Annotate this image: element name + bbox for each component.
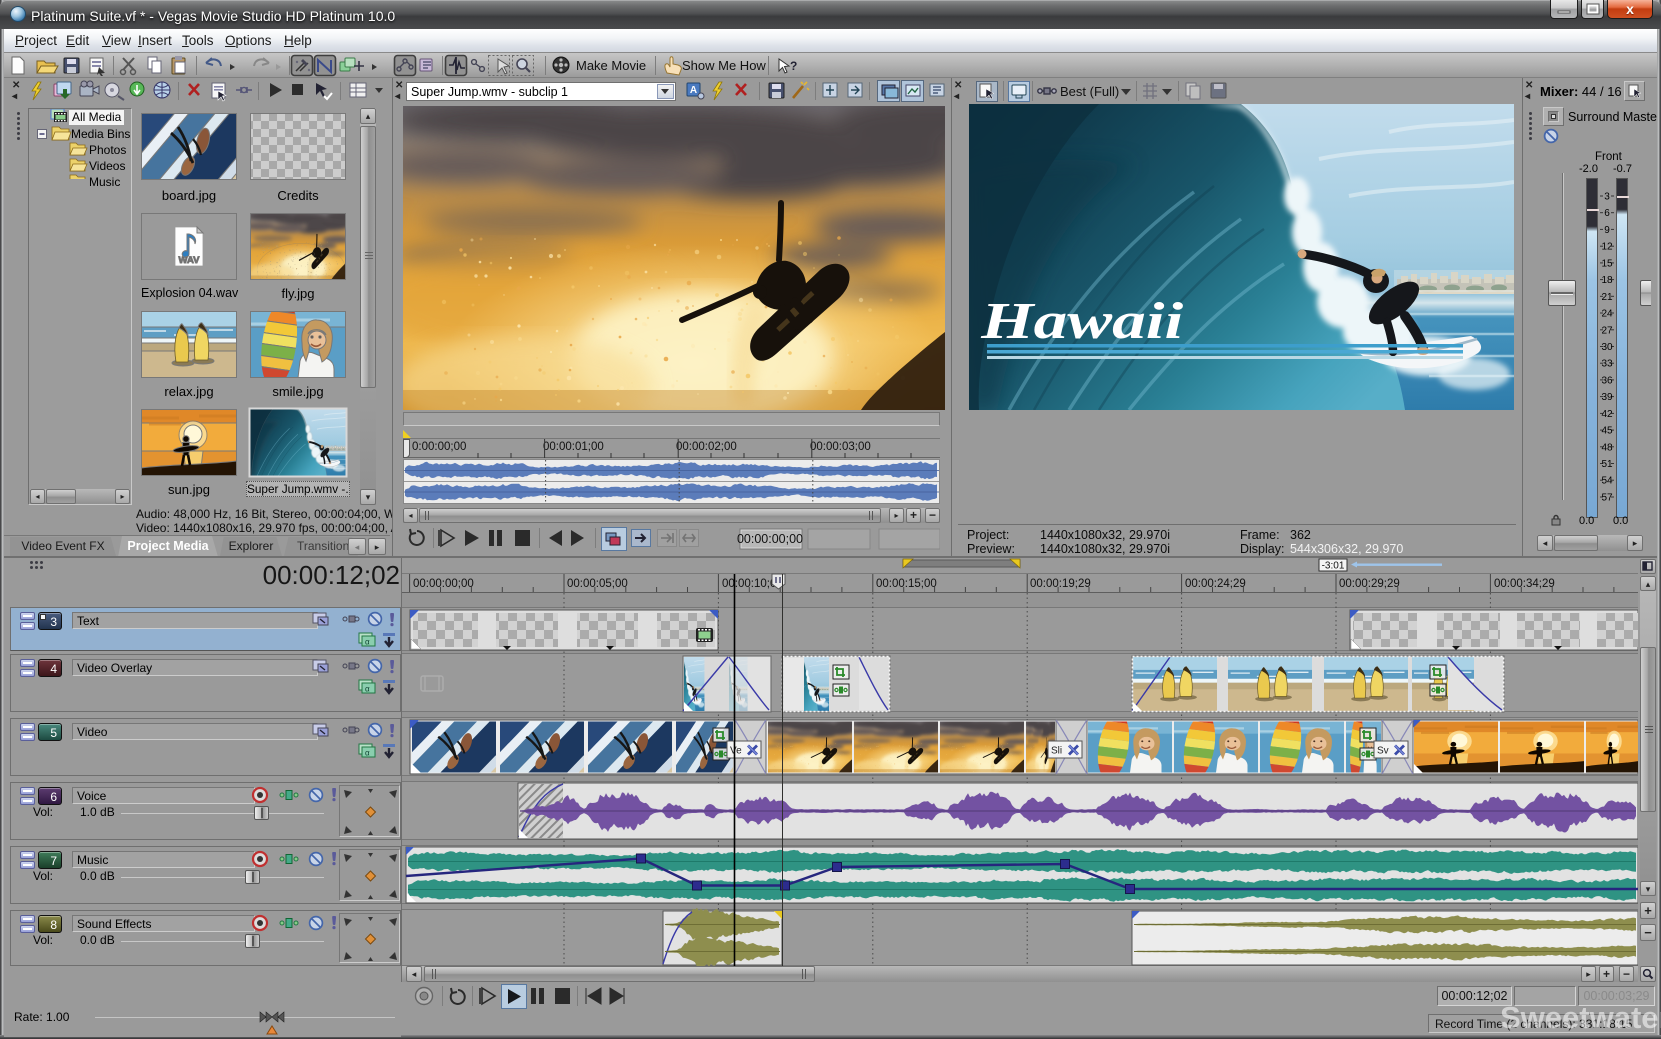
svg-text:Sv: Sv xyxy=(1377,746,1389,757)
svg-text:00:00:00;00: 00:00:00;00 xyxy=(413,578,474,590)
svg-text:15: 15 xyxy=(1601,258,1613,269)
svg-text:00:00:05;00: 00:00:05;00 xyxy=(567,578,628,590)
svg-text:18: 18 xyxy=(1601,275,1613,286)
svg-text:-3:01: -3:01 xyxy=(1322,561,1345,572)
svg-text:45: 45 xyxy=(1601,426,1613,437)
svg-text:30: 30 xyxy=(1601,342,1613,353)
svg-text:α: α xyxy=(365,638,370,647)
svg-text:24: 24 xyxy=(1601,309,1613,320)
svg-text:33: 33 xyxy=(1601,359,1613,370)
svg-text:3: 3 xyxy=(1604,192,1610,203)
svg-text:α: α xyxy=(365,685,370,694)
svg-text:21: 21 xyxy=(1601,292,1613,303)
svg-text:α: α xyxy=(365,749,370,758)
svg-text:27: 27 xyxy=(1601,325,1613,336)
svg-text:00:00:19;29: 00:00:19;29 xyxy=(1030,578,1091,590)
svg-text:36: 36 xyxy=(1601,375,1613,386)
svg-text:12: 12 xyxy=(1601,242,1613,253)
svg-text:A: A xyxy=(690,85,697,96)
svg-text:51: 51 xyxy=(1601,459,1613,470)
svg-text:54: 54 xyxy=(1601,476,1613,487)
svg-text:Ve: Ve xyxy=(730,746,742,757)
svg-text:00:00:29;29: 00:00:29;29 xyxy=(1339,578,1400,590)
svg-text:?: ? xyxy=(790,59,797,73)
svg-text:00:00:34;29: 00:00:34;29 xyxy=(1494,578,1555,590)
svg-text:42: 42 xyxy=(1601,409,1613,420)
svg-text:00:00:15;00: 00:00:15;00 xyxy=(876,578,937,590)
svg-text:Best (Full): Best (Full) xyxy=(1060,84,1119,99)
svg-text:9: 9 xyxy=(1604,225,1610,236)
svg-text:00:00:00;00: 00:00:00;00 xyxy=(737,532,803,546)
svg-text:Hawaii: Hawaii xyxy=(980,292,1183,350)
svg-text:00:00:24;29: 00:00:24;29 xyxy=(1185,578,1246,590)
svg-text:48: 48 xyxy=(1601,442,1613,453)
svg-text:6: 6 xyxy=(1604,208,1610,219)
svg-text:Sli: Sli xyxy=(1051,746,1062,757)
svg-text:57: 57 xyxy=(1601,493,1613,504)
svg-text:39: 39 xyxy=(1601,392,1613,403)
